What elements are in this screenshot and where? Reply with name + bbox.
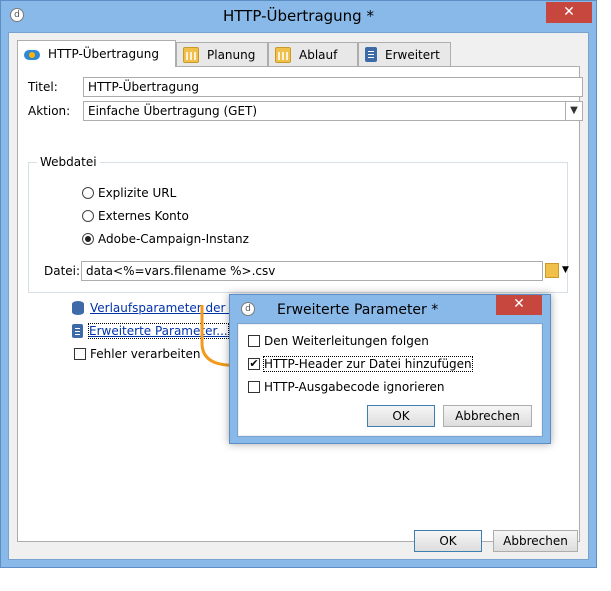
- dialog-close-button[interactable]: ✕: [496, 295, 542, 315]
- webdatei-group: Webdatei Explizite URL Externes Konto Ad…: [28, 155, 569, 293]
- tab-label: Ablauf: [299, 47, 338, 62]
- checkbox[interactable]: [74, 348, 86, 360]
- cloud-icon: [24, 48, 40, 60]
- datei-field[interactable]: data<%=vars.filename %>.csv: [81, 261, 543, 281]
- radio-button[interactable]: [82, 210, 94, 222]
- ignore-http-code-checkbox[interactable]: HTTP-Ausgabecode ignorieren: [248, 380, 445, 394]
- radio-label: Explizite URL: [98, 186, 177, 200]
- dialog-panel: Den Weiterleitungen folgen ✔ HTTP-Header…: [239, 325, 541, 435]
- expression-editor-icon[interactable]: [545, 263, 559, 278]
- calendar-icon: [275, 46, 291, 63]
- chevron-down-icon[interactable]: ▼: [565, 102, 582, 120]
- tab-http-uebertragung[interactable]: HTTP-Übertragung: [17, 40, 176, 67]
- app-icon: d: [241, 302, 255, 316]
- advanced-parameters-dialog: d Erweiterte Parameter * ✕ Den Weiterlei…: [229, 294, 551, 444]
- clipboard-icon: [72, 324, 83, 338]
- calendar-icon: [183, 46, 199, 63]
- main-window: d HTTP-Übertragung * ✕ HTTP-Übertragung …: [0, 0, 597, 568]
- radio-explizite-url[interactable]: Explizite URL: [82, 186, 176, 200]
- radio-label: Externes Konto: [98, 209, 189, 223]
- dialog-title: Erweiterte Parameter *: [277, 302, 439, 318]
- radio-externes-konto[interactable]: Externes Konto: [82, 209, 189, 223]
- aktion-select[interactable]: Einfache Übertragung (GET) ▼: [83, 101, 583, 121]
- chevron-down-icon[interactable]: ▼: [562, 265, 569, 275]
- tab-planung[interactable]: Planung: [176, 42, 268, 66]
- database-icon: [72, 301, 84, 315]
- cancel-button[interactable]: Abbrechen: [493, 530, 578, 552]
- clipboard-icon: [365, 47, 377, 62]
- ok-button[interactable]: OK: [414, 530, 482, 552]
- fehler-verarbeiten-checkbox[interactable]: Fehler verarbeiten: [74, 347, 200, 361]
- checkbox[interactable]: [248, 335, 260, 347]
- dialog-cancel-button[interactable]: Abbrechen: [443, 405, 532, 427]
- tab-ablauf[interactable]: Ablauf: [268, 42, 358, 66]
- tab-label: HTTP-Übertragung: [48, 47, 159, 61]
- window-title: HTTP-Übertragung *: [223, 7, 374, 25]
- aktion-label: Aktion:: [28, 104, 71, 118]
- checkbox-label: HTTP-Header zur Datei hinzufügen: [263, 356, 473, 372]
- titel-label: Titel:: [28, 80, 58, 94]
- title-bar: d HTTP-Übertragung * ✕: [1, 1, 596, 34]
- aktion-value: Einfache Übertragung (GET): [88, 104, 258, 118]
- webdatei-title: Webdatei: [37, 155, 100, 169]
- radio-label: Adobe-Campaign-Instanz: [98, 232, 249, 246]
- radio-adobe-campaign-instanz[interactable]: Adobe-Campaign-Instanz: [82, 232, 249, 246]
- follow-redirects-checkbox[interactable]: Den Weiterleitungen folgen: [248, 334, 429, 348]
- add-http-header-checkbox[interactable]: ✔ HTTP-Header zur Datei hinzufügen: [248, 356, 473, 372]
- checkbox-label: Den Weiterleitungen folgen: [264, 334, 429, 348]
- close-button[interactable]: ✕: [546, 2, 592, 23]
- titel-field[interactable]: HTTP-Übertragung: [83, 77, 583, 97]
- tab-label: Erweitert: [385, 47, 440, 62]
- checkbox-label: HTTP-Ausgabecode ignorieren: [264, 380, 445, 394]
- checkbox[interactable]: [248, 381, 260, 393]
- datei-label: Datei:: [44, 264, 81, 278]
- checkbox-checked[interactable]: ✔: [248, 358, 260, 370]
- dialog-client: Den Weiterleitungen folgen ✔ HTTP-Header…: [237, 323, 543, 437]
- radio-button[interactable]: [82, 187, 94, 199]
- dialog-ok-button[interactable]: OK: [367, 405, 435, 427]
- tab-label: Planung: [207, 47, 256, 62]
- checkbox-label: Fehler verarbeiten: [90, 347, 201, 361]
- radio-button-selected[interactable]: [82, 233, 94, 245]
- tab-erweitert[interactable]: Erweitert: [358, 42, 451, 66]
